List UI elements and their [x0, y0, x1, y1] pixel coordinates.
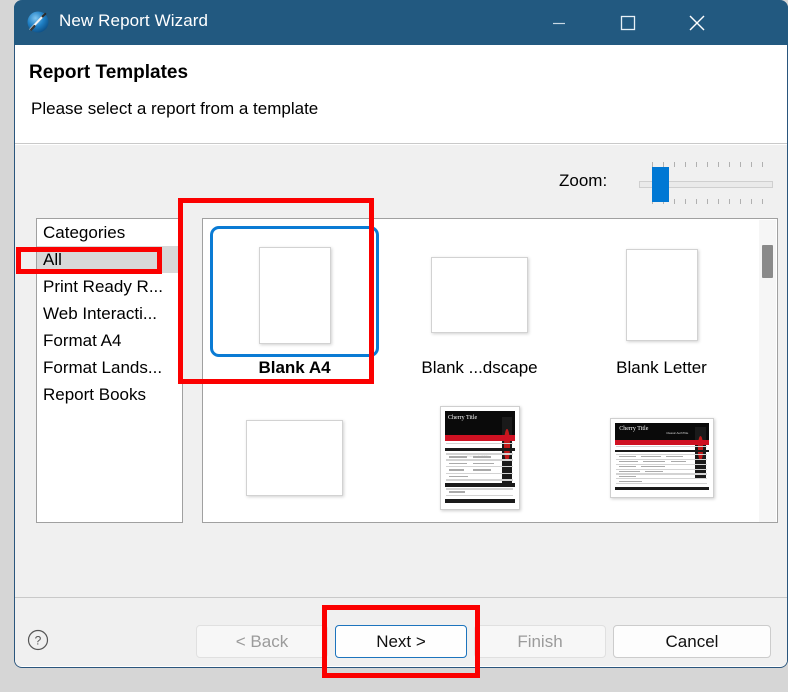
categories-list-header: Categories — [37, 219, 182, 246]
next-button[interactable]: Next > — [335, 625, 467, 658]
zoom-slider-thumb[interactable] — [652, 167, 669, 202]
template-thumbnail — [207, 229, 382, 361]
scrollbar-thumb[interactable] — [762, 245, 773, 278]
cherry-title: Cherry Title — [619, 426, 648, 432]
template-label: Blank ...dscape — [392, 358, 567, 378]
template-thumbnail: Cherry Title Classic AuthTitle — [392, 392, 567, 523]
template-thumbnail — [574, 229, 749, 361]
maximize-icon — [620, 15, 636, 31]
cherry-subtitle: Classic AuthTitle — [666, 431, 688, 435]
back-button[interactable]: < Back — [196, 625, 328, 658]
window-title: New Report Wizard — [59, 11, 208, 31]
template-gallery[interactable]: Blank A4 Blank ...dscape Blank Letter — [202, 218, 778, 523]
close-button[interactable] — [674, 0, 720, 45]
page-subtitle: Please select a report from a template — [31, 99, 318, 119]
category-item-report-books[interactable]: Report Books — [37, 381, 182, 408]
category-item-all[interactable]: All — [37, 246, 182, 273]
svg-text:?: ? — [35, 634, 42, 648]
cancel-button[interactable]: Cancel — [613, 625, 771, 658]
help-icon[interactable]: ? — [27, 629, 49, 651]
category-item-web-interactive[interactable]: Web Interacti... — [37, 300, 182, 327]
finish-button[interactable]: Finish — [474, 625, 606, 658]
maximize-button[interactable] — [605, 0, 651, 45]
category-item-format-landscape[interactable]: Format Lands... — [37, 354, 182, 381]
template-card-cherry[interactable]: Cherry Title Classic AuthTitle — [392, 388, 567, 523]
minimize-icon — [552, 16, 566, 30]
template-label: Blank A4 — [207, 358, 382, 378]
template-card-blank-landscape[interactable]: Blank ...dscape — [392, 225, 567, 398]
category-item-format-a4[interactable]: Format A4 — [37, 327, 182, 354]
zoom-slider[interactable] — [638, 162, 774, 204]
dialog-header: Report Templates Please select a report … — [15, 45, 787, 144]
zoom-label: Zoom: — [559, 171, 607, 191]
template-thumbnail — [207, 392, 382, 523]
template-label: Blank L...ndscape — [207, 521, 382, 523]
template-gallery-scrollbar[interactable] — [759, 220, 776, 523]
window-titlebar: New Report Wizard — [14, 0, 788, 45]
template-label: Blank Letter — [574, 358, 749, 378]
template-card-blank-a4[interactable]: Blank A4 — [207, 225, 382, 398]
template-card-cherry-landscape[interactable]: Cherry Title Classic AuthTitle — [574, 388, 749, 523]
screen: Report Templates Please select a report … — [0, 0, 788, 692]
minimize-button[interactable] — [536, 0, 582, 45]
template-card-blank-l-landscape[interactable]: Blank L...ndscape — [207, 388, 382, 523]
cherry-title: Cherry Title — [448, 415, 477, 421]
template-label: Cherry — [392, 521, 567, 523]
page-title: Report Templates — [29, 62, 188, 84]
close-icon — [688, 14, 706, 32]
template-label: Cherry ...ndscape — [574, 521, 749, 523]
template-card-blank-letter[interactable]: Blank Letter — [574, 225, 749, 398]
categories-list[interactable]: Categories All Print Ready R... Web Inte… — [36, 218, 183, 523]
category-item-print-ready[interactable]: Print Ready R... — [37, 273, 182, 300]
report-designer-icon — [26, 10, 50, 34]
new-report-wizard-dialog: Report Templates Please select a report … — [14, 0, 788, 668]
template-thumbnail — [392, 229, 567, 361]
template-thumbnail: Cherry Title Classic AuthTitle — [574, 392, 749, 523]
